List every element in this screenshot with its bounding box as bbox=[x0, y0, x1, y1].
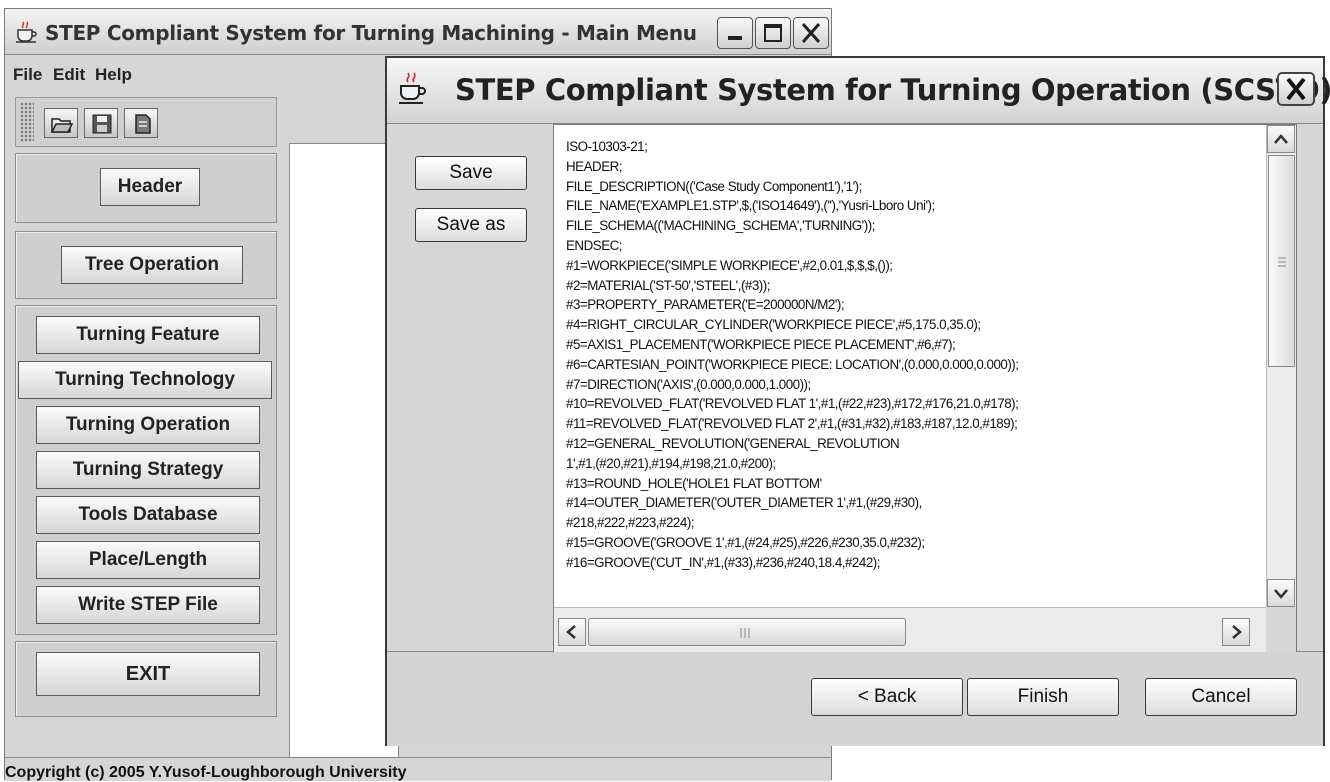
maximize-button[interactable] bbox=[755, 17, 791, 49]
chevron-right-icon bbox=[1232, 625, 1242, 639]
tools-database-button[interactable]: Tools Database bbox=[36, 496, 260, 534]
save-button[interactable]: Save bbox=[415, 156, 527, 190]
step-file-content: ISO-10303-21; HEADER; FILE_DESCRIPTION((… bbox=[566, 139, 1019, 570]
place-length-button[interactable]: Place/Length bbox=[36, 541, 260, 579]
java-cup-icon bbox=[16, 21, 37, 43]
turning-technology-button[interactable]: Turning Technology bbox=[18, 361, 272, 399]
grip-icon bbox=[1278, 257, 1286, 267]
toolbar-grip[interactable] bbox=[20, 102, 34, 142]
minimize-icon bbox=[728, 36, 742, 40]
vertical-scrollbar[interactable] bbox=[1266, 125, 1296, 609]
main-title-bar[interactable]: STEP Compliant System for Turning Machin… bbox=[5, 9, 831, 55]
maximize-icon bbox=[764, 24, 782, 42]
copyright-text: Copyright (c) 2005 Y.Yusof-Loughborough … bbox=[5, 764, 407, 781]
header-group: Header bbox=[15, 153, 277, 223]
open-button[interactable] bbox=[44, 108, 78, 138]
save-toolbar-button[interactable] bbox=[84, 108, 118, 138]
menu-edit[interactable]: Edit bbox=[53, 65, 85, 85]
turning-feature-button[interactable]: Turning Feature bbox=[36, 316, 260, 354]
turning-strategy-button[interactable]: Turning Strategy bbox=[36, 451, 260, 489]
save-as-button[interactable]: Save as bbox=[415, 208, 527, 242]
scsto-dialog: STEP Compliant System for Turning Operat… bbox=[385, 56, 1330, 746]
toolbar bbox=[15, 97, 277, 147]
scroll-corner bbox=[1266, 607, 1296, 653]
main-content-area bbox=[289, 143, 399, 759]
chevron-down-icon bbox=[1274, 589, 1288, 599]
scroll-left-button[interactable] bbox=[558, 618, 586, 646]
tree-operation-group: Tree Operation bbox=[15, 231, 277, 299]
close-icon bbox=[801, 23, 821, 43]
header-button[interactable]: Header bbox=[100, 168, 200, 206]
scroll-up-button[interactable] bbox=[1267, 125, 1295, 153]
write-step-file-button[interactable]: Write STEP File bbox=[36, 586, 260, 624]
grip-icon bbox=[740, 628, 750, 638]
minimize-button[interactable] bbox=[717, 17, 753, 49]
chevron-up-icon bbox=[1274, 134, 1288, 144]
exit-button[interactable]: EXIT bbox=[36, 652, 260, 696]
scroll-right-button[interactable] bbox=[1222, 618, 1250, 646]
dialog-title: STEP Compliant System for Turning Operat… bbox=[455, 73, 1330, 107]
save-disk-icon bbox=[92, 114, 112, 134]
scroll-down-button[interactable] bbox=[1267, 579, 1295, 607]
dialog-title-bar[interactable]: STEP Compliant System for Turning Operat… bbox=[387, 58, 1330, 124]
back-button[interactable]: < Back bbox=[811, 678, 963, 716]
exit-group: EXIT bbox=[15, 641, 277, 717]
close-button[interactable] bbox=[793, 17, 829, 49]
chevron-left-icon bbox=[566, 625, 576, 639]
dialog-close-button[interactable] bbox=[1277, 72, 1315, 106]
horizontal-scrollbar[interactable] bbox=[554, 607, 1268, 653]
java-cup-icon bbox=[399, 72, 426, 104]
status-bar: Copyright (c) 2005 Y.Yusof-Loughborough … bbox=[5, 757, 831, 781]
turning-actions-group: Turning Feature Turning Technology Turni… bbox=[15, 305, 277, 635]
horizontal-scroll-thumb[interactable] bbox=[588, 618, 906, 646]
step-file-text-area[interactable]: ISO-10303-21; HEADER; FILE_DESCRIPTION((… bbox=[553, 124, 1297, 654]
document-button[interactable] bbox=[124, 108, 158, 138]
finish-button[interactable]: Finish bbox=[967, 678, 1119, 716]
cancel-button[interactable]: Cancel bbox=[1145, 678, 1297, 716]
open-folder-icon bbox=[50, 118, 74, 133]
document-icon bbox=[135, 114, 151, 134]
dialog-body: Save Save as ISO-10303-21; HEADER; FILE_… bbox=[387, 124, 1323, 654]
main-window-title: STEP Compliant System for Turning Machin… bbox=[45, 21, 697, 45]
dialog-footer: < Back Finish Cancel bbox=[387, 652, 1323, 746]
turning-operation-button[interactable]: Turning Operation bbox=[36, 406, 260, 444]
tree-operation-button[interactable]: Tree Operation bbox=[61, 246, 243, 284]
vertical-scroll-thumb[interactable] bbox=[1268, 155, 1295, 367]
menu-file[interactable]: File bbox=[13, 65, 42, 85]
menu-help[interactable]: Help bbox=[95, 65, 132, 85]
close-icon bbox=[1286, 77, 1306, 101]
